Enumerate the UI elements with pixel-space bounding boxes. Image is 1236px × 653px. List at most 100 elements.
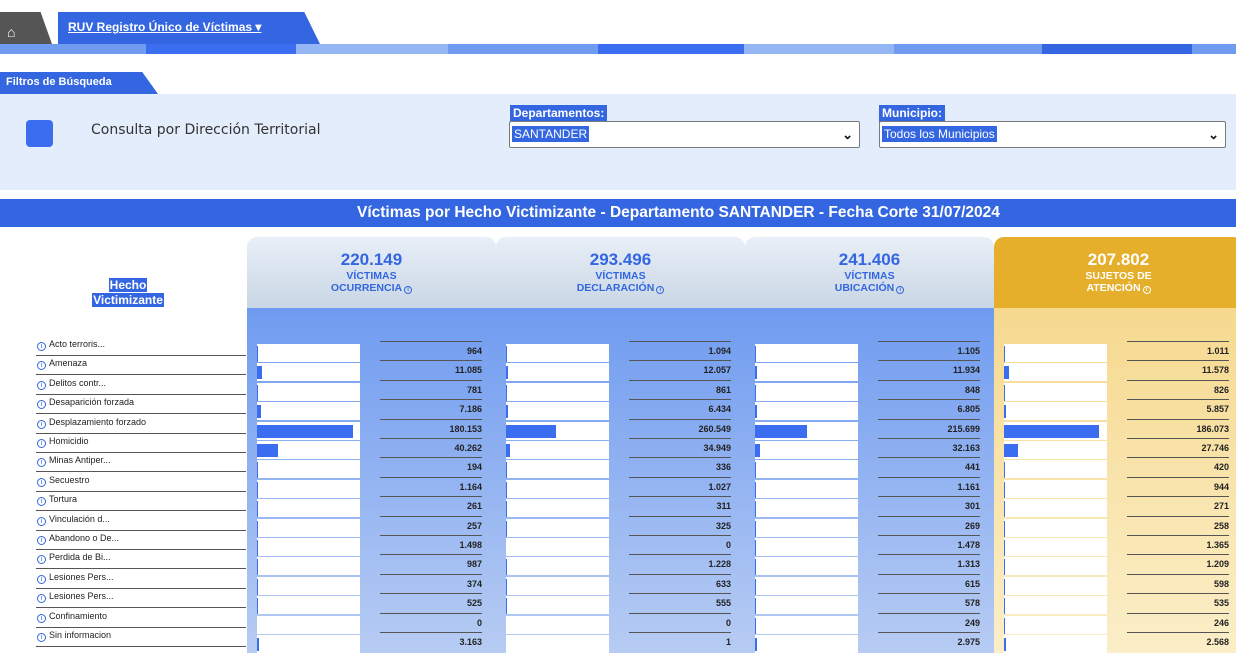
bar-track	[755, 441, 858, 459]
bar-track	[506, 576, 609, 595]
info-icon[interactable]: i	[37, 633, 46, 642]
bar-fill	[1004, 617, 1005, 634]
info-icon[interactable]: i	[404, 286, 413, 294]
info-icon[interactable]: i	[37, 458, 46, 468]
hecho-row-label[interactable]: i Amenaza	[36, 357, 246, 376]
bar-fill	[755, 540, 756, 556]
hecho-row-label[interactable]: i Confinamiento	[36, 610, 246, 628]
departamentos-select[interactable]: SANTANDER ⌄	[509, 121, 860, 148]
hecho-row-label[interactable]: i Sin informacion	[36, 629, 246, 647]
info-icon[interactable]: i	[37, 574, 46, 584]
hecho-row-label-text: Lesiones Pers...	[49, 571, 114, 582]
info-icon[interactable]: i	[37, 361, 46, 371]
bar-fill	[755, 559, 756, 576]
bar-fill	[257, 462, 258, 479]
hecho-row-label[interactable]: i Vinculación d...	[36, 513, 246, 531]
info-icon[interactable]: i	[896, 286, 905, 294]
bar-track	[1004, 421, 1107, 440]
bar-track	[1004, 479, 1107, 498]
bar-track	[506, 382, 609, 401]
info-icon[interactable]: i	[37, 419, 46, 429]
ruv-tab-label[interactable]: RUV Registro Único de Víctimas ▾	[68, 20, 261, 34]
hecho-row-label[interactable]: i Lesiones Pers...	[36, 571, 246, 589]
top-navigation: ⌂ RUV Registro Único de Víctimas ▾	[0, 0, 1236, 54]
info-icon[interactable]: i	[37, 613, 46, 623]
info-icon[interactable]: i	[37, 439, 46, 448]
home-tab[interactable]: ⌂	[0, 12, 52, 44]
metric-label: SUJETOS DE ATENCIÓN i	[994, 270, 1236, 294]
info-icon[interactable]: i	[37, 400, 46, 410]
metric-label-line1: SUJETOS DE	[1085, 270, 1152, 282]
info-icon[interactable]: i	[37, 497, 46, 507]
bar-track	[755, 421, 858, 440]
hecho-row-label[interactable]: i Lesiones Pers...	[36, 590, 246, 609]
hecho-row-label[interactable]: i Secuestro	[36, 474, 246, 492]
hecho-row-label-text: Vinculación d...	[49, 513, 110, 524]
departamentos-selected-value: SANTANDER	[512, 126, 590, 142]
metric-value: 27.746	[1127, 438, 1229, 457]
metric-value: 11.085	[380, 360, 482, 379]
bar-fill	[257, 638, 259, 651]
metric-value: 1.027	[629, 476, 731, 496]
ruv-menu-tab[interactable]: RUV Registro Único de Víctimas ▾	[58, 12, 320, 44]
hecho-row-label[interactable]: i Desplazamiento forzado	[36, 416, 246, 434]
municipio-select[interactable]: Todos los Municipios ⌄	[879, 121, 1226, 148]
bar-track	[257, 421, 360, 440]
hecho-row-label[interactable]: i Desaparición forzada	[36, 396, 246, 415]
bar-track	[506, 499, 609, 518]
bar-fill	[506, 366, 508, 380]
metric-column-header: 220.149 VÍCTIMAS OCURRENCIA i	[247, 237, 496, 308]
bar-fill	[506, 384, 507, 401]
metric-column: 241.406 VÍCTIMAS UBICACIÓN i 1.105 11.934 848 6…	[745, 237, 994, 653]
filters-tab-label: Filtros de Búsqueda	[6, 76, 112, 88]
metric-value: 0	[380, 612, 482, 632]
bar-fill	[755, 346, 756, 362]
hecho-row-label[interactable]: i Minas Antiper...	[36, 454, 246, 473]
metric-value: 6.434	[629, 399, 731, 418]
bar-fill	[755, 462, 756, 479]
metric-value: 12.057	[629, 360, 731, 379]
bar-track	[755, 557, 858, 576]
bar-fill	[755, 405, 757, 419]
info-icon[interactable]: i	[37, 555, 46, 565]
info-icon[interactable]: i	[656, 286, 665, 294]
bar-fill	[1004, 405, 1006, 419]
bar-fill	[506, 462, 507, 479]
bar-fill	[506, 424, 556, 438]
bar-fill	[755, 520, 756, 537]
direccion-territorial-toggle[interactable]	[26, 120, 53, 147]
hecho-row-label[interactable]: i Delitos contr...	[36, 377, 246, 395]
bar-track	[755, 615, 858, 634]
metric-value: 964	[380, 341, 482, 360]
municipio-label: Municipio:	[879, 105, 945, 122]
hecho-row-label[interactable]: i Perdida de Bi...	[36, 551, 246, 570]
metric-value: 40.262	[380, 438, 482, 457]
metric-total: 207.802	[1087, 250, 1150, 269]
hecho-header-line1: Hecho	[108, 278, 148, 292]
info-icon[interactable]: i	[1142, 286, 1151, 294]
info-icon[interactable]: i	[37, 380, 46, 390]
metric-value: 1.094	[629, 341, 731, 360]
hecho-row-label-text: Perdida de Bi...	[49, 552, 111, 563]
bar-track	[506, 441, 609, 459]
info-icon[interactable]: i	[37, 342, 46, 351]
bar-track	[1004, 635, 1107, 653]
info-icon[interactable]: i	[37, 477, 46, 487]
bar-track	[506, 363, 609, 382]
metric-value: 861	[629, 379, 731, 399]
info-icon[interactable]: i	[37, 536, 46, 545]
metric-value: 11.578	[1127, 360, 1229, 379]
bar-track	[257, 460, 360, 479]
bar-fill	[257, 366, 262, 380]
info-icon[interactable]: i	[37, 516, 46, 526]
hecho-row-label[interactable]: i Homicidio	[36, 435, 246, 453]
bar-track	[506, 596, 609, 615]
metric-value: 1.478	[878, 535, 980, 554]
hecho-row-label[interactable]: i Abandono o De...	[36, 532, 246, 550]
info-icon[interactable]: i	[37, 594, 46, 604]
hecho-row-label[interactable]: i Tortura	[36, 493, 246, 512]
bar-fill	[1004, 366, 1009, 380]
metric-label-line1: VÍCTIMAS	[346, 270, 397, 282]
hecho-row-label[interactable]: i Acto terroris...	[36, 338, 246, 356]
bar-track	[1004, 615, 1107, 634]
